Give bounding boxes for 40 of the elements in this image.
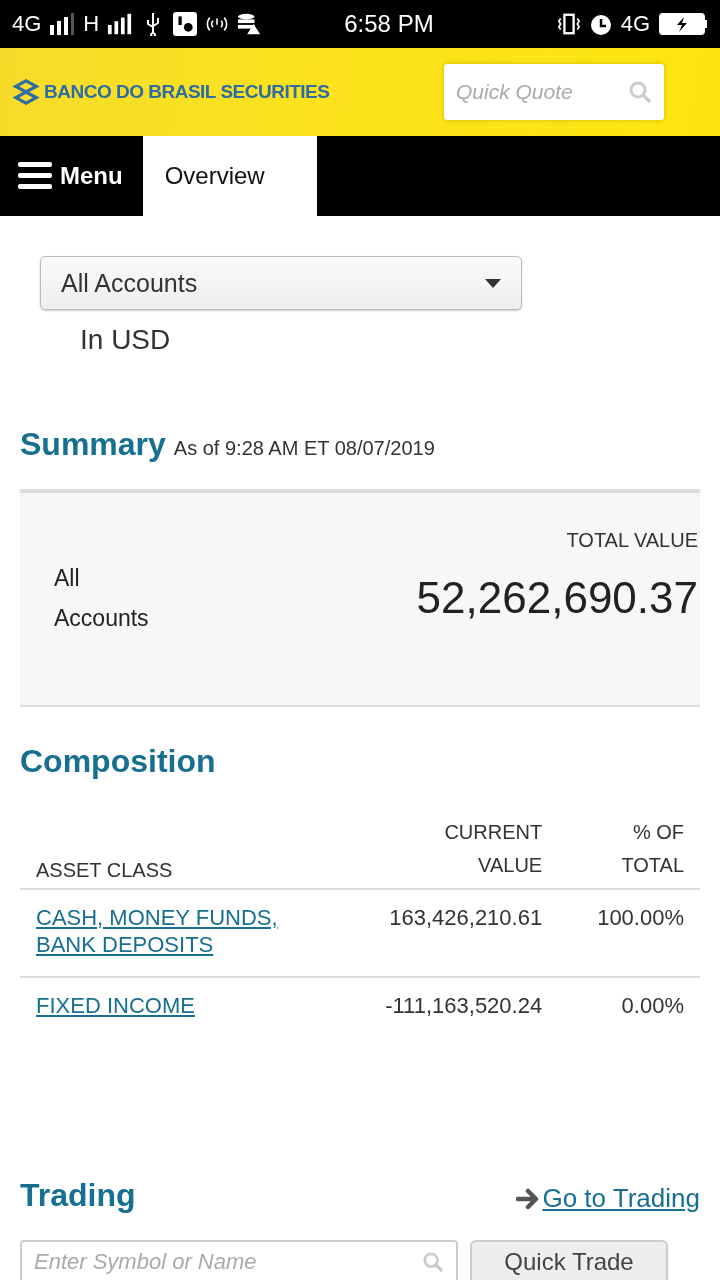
arrow-icon bbox=[516, 1187, 541, 1210]
clock-time: 6:58 PM bbox=[344, 10, 434, 38]
logo-text: BANCO DO BRASIL SECURITIES bbox=[44, 81, 330, 103]
battery-icon bbox=[658, 12, 708, 36]
column-header: % OF TOTAL bbox=[620, 820, 684, 878]
section-title: Composition bbox=[20, 743, 217, 780]
table-cell: 0.00% bbox=[621, 993, 684, 1018]
section-title: Summary bbox=[20, 426, 166, 463]
network-type: H bbox=[83, 11, 100, 37]
account-label: All Accounts bbox=[54, 564, 150, 633]
asset-class-link[interactable]: FIXED INCOME bbox=[36, 992, 195, 1019]
signal-icon bbox=[49, 13, 76, 35]
table-cell: 100.00% bbox=[597, 905, 684, 930]
table-cell: -111,163,520.24 bbox=[385, 993, 543, 1018]
alarm-icon bbox=[588, 12, 613, 36]
network-type: 4G bbox=[12, 11, 42, 37]
total-value: 52,262,690.37 bbox=[416, 573, 698, 623]
caret-icon bbox=[485, 278, 501, 288]
logo-icon bbox=[12, 79, 40, 105]
search-field[interactable]: Quick Quote bbox=[444, 64, 664, 120]
section-title: Trading bbox=[20, 1177, 136, 1214]
signal-icon bbox=[107, 13, 134, 35]
search-icon bbox=[422, 1251, 444, 1273]
table-cell: 163,426,210.61 bbox=[389, 905, 543, 930]
account-dropdown[interactable]: All Accounts bbox=[40, 256, 522, 310]
currency-note: In USD bbox=[79, 323, 172, 356]
symbol-search-field[interactable]: Enter Symbol or Name bbox=[20, 1240, 458, 1280]
nav-tab[interactable]: Overview bbox=[142, 136, 317, 216]
network-type: 4G bbox=[620, 11, 650, 37]
vibrate-icon bbox=[556, 12, 581, 36]
search-icon bbox=[628, 80, 652, 104]
database-warning-icon bbox=[237, 12, 262, 36]
asset-class-link[interactable]: CASH, MONEY FUNDS, BANK DEPOSITS bbox=[36, 904, 340, 958]
menu-icon bbox=[18, 162, 52, 190]
quick-trade-button[interactable]: Quick Trade bbox=[470, 1240, 668, 1280]
go-to-trading-link[interactable]: Go to Trading bbox=[542, 1183, 700, 1214]
column-header: TOTAL VALUE bbox=[565, 529, 698, 552]
as-of-date: As of 9:28 AM ET 08/07/2019 bbox=[173, 437, 435, 460]
column-header: CURRENT VALUE bbox=[443, 820, 543, 878]
column-header: ASSET CLASS bbox=[36, 859, 173, 881]
